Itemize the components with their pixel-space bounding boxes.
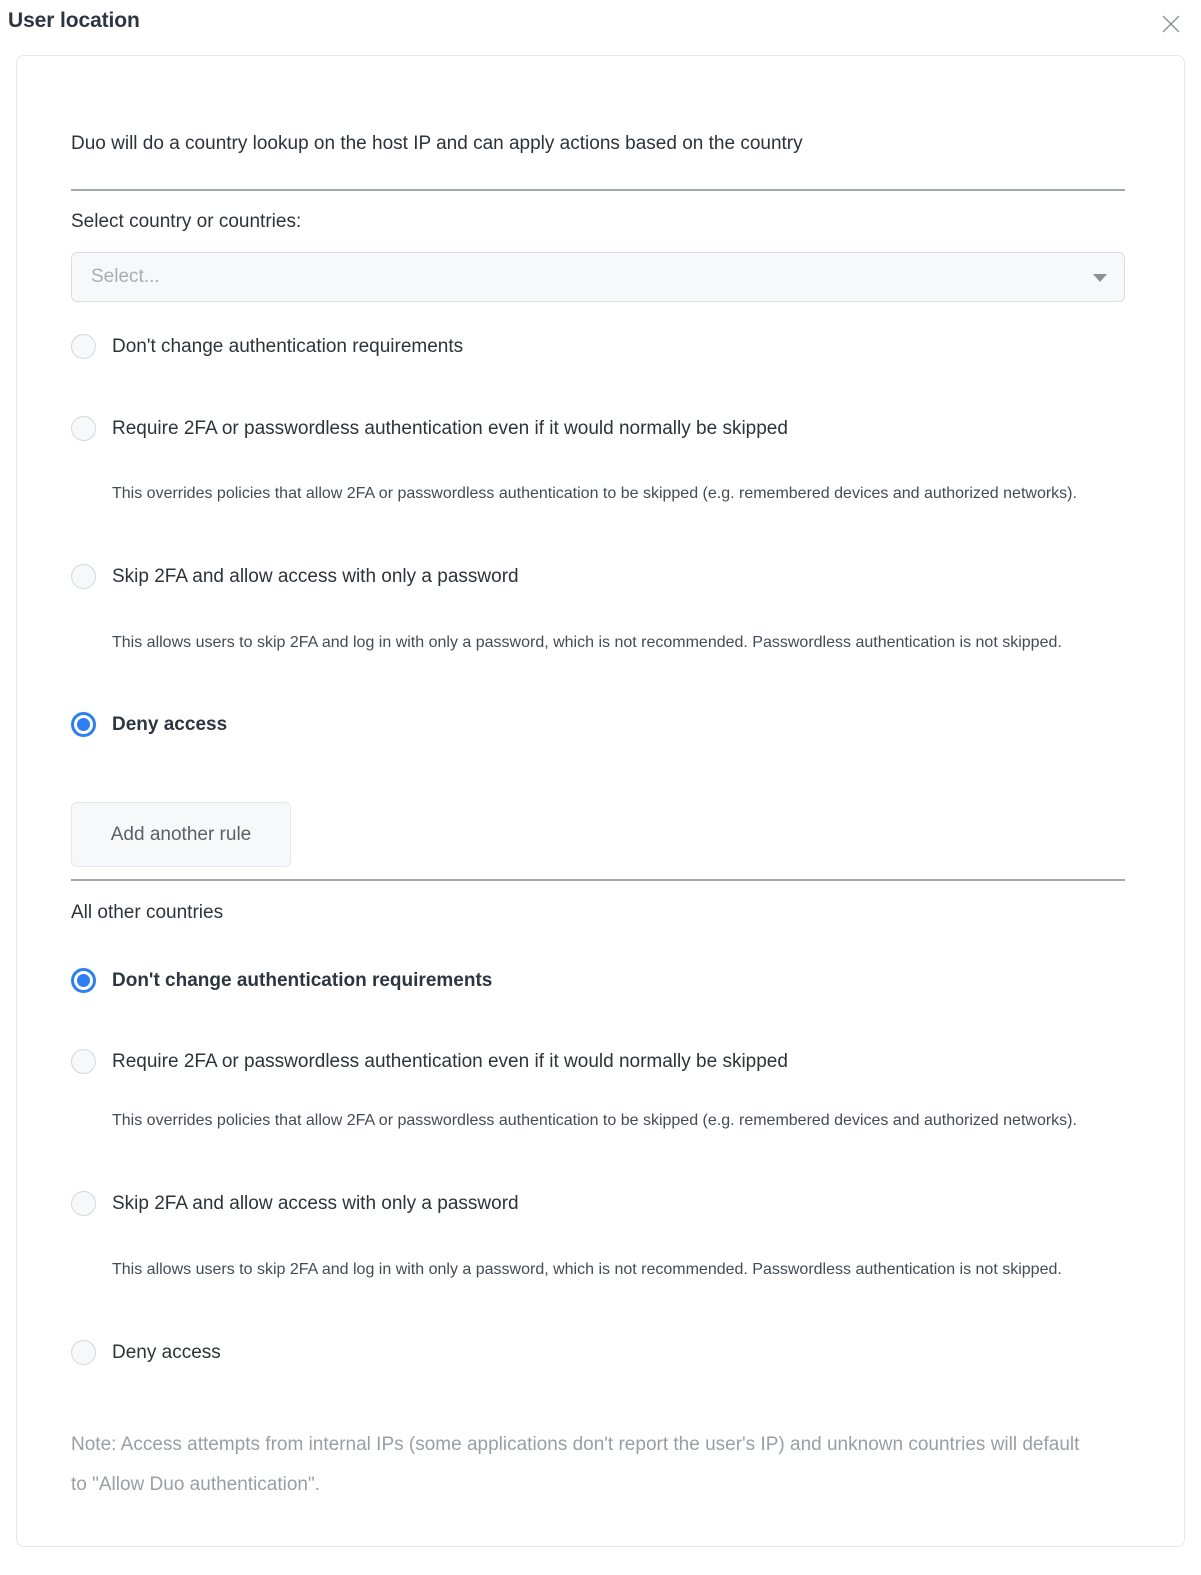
rule1-option-skip-2fa[interactable]: Skip 2FA and allow access with only a pa… <box>71 564 519 589</box>
radio-indicator <box>71 1049 96 1074</box>
country-select[interactable]: Select... <box>71 252 1125 302</box>
radio-indicator <box>71 416 96 441</box>
rule2-option-require-2fa[interactable]: Require 2FA or passwordless authenticati… <box>71 1049 788 1074</box>
add-another-rule-button[interactable]: Add another rule <box>71 802 291 867</box>
radio-indicator <box>71 1340 96 1365</box>
page-title: User location <box>8 9 140 32</box>
divider-mid <box>71 879 1125 881</box>
radio-indicator-selected <box>71 712 96 737</box>
rule1-option-no-change[interactable]: Don't change authentication requirements <box>71 334 463 359</box>
radio-indicator-selected <box>71 968 96 993</box>
rule1-help-skip-2fa: This allows users to skip 2FA and log in… <box>112 634 1062 651</box>
divider-top <box>71 189 1125 191</box>
radio-label: Deny access <box>112 713 228 735</box>
user-location-modal: User location Duo will do a country look… <box>0 0 1201 1575</box>
rule1-option-deny-access[interactable]: Deny access <box>71 712 227 737</box>
rule2-option-no-change[interactable]: Don't change authentication requirements <box>71 968 492 993</box>
radio-label: Don't change authentication requirements <box>112 969 493 991</box>
country-select-placeholder: Select... <box>91 266 160 287</box>
radio-label: Skip 2FA and allow access with only a pa… <box>112 1192 519 1214</box>
rule2-option-skip-2fa[interactable]: Skip 2FA and allow access with only a pa… <box>71 1191 519 1216</box>
intro-description: Duo will do a country lookup on the host… <box>71 133 803 154</box>
rule1-help-require-2fa: This overrides policies that allow 2FA o… <box>112 485 1077 502</box>
footer-note: Note: Access attempts from internal IPs … <box>71 1434 1080 1495</box>
country-select-label: Select country or countries: <box>71 211 302 232</box>
rule1-option-require-2fa[interactable]: Require 2FA or passwordless authenticati… <box>71 416 788 441</box>
radio-indicator <box>71 334 96 359</box>
rule2-help-skip-2fa: This allows users to skip 2FA and log in… <box>112 1261 1062 1278</box>
radio-indicator <box>71 564 96 589</box>
radio-label: Require 2FA or passwordless authenticati… <box>112 417 788 439</box>
radio-label: Deny access <box>112 1341 221 1363</box>
all-other-countries-heading: All other countries <box>71 902 224 923</box>
settings-card: Duo will do a country lookup on the host… <box>16 55 1185 1547</box>
modal-header: User location <box>0 0 1201 48</box>
close-icon[interactable] <box>1158 11 1184 37</box>
radio-label: Skip 2FA and allow access with only a pa… <box>112 565 519 587</box>
radio-label: Don't change authentication requirements <box>112 335 464 357</box>
radio-indicator <box>71 1191 96 1216</box>
rule2-option-deny-access[interactable]: Deny access <box>71 1340 221 1365</box>
radio-label: Require 2FA or passwordless authenticati… <box>112 1050 788 1072</box>
rule2-help-require-2fa: This overrides policies that allow 2FA o… <box>112 1112 1077 1129</box>
chevron-down-icon <box>1093 274 1107 282</box>
